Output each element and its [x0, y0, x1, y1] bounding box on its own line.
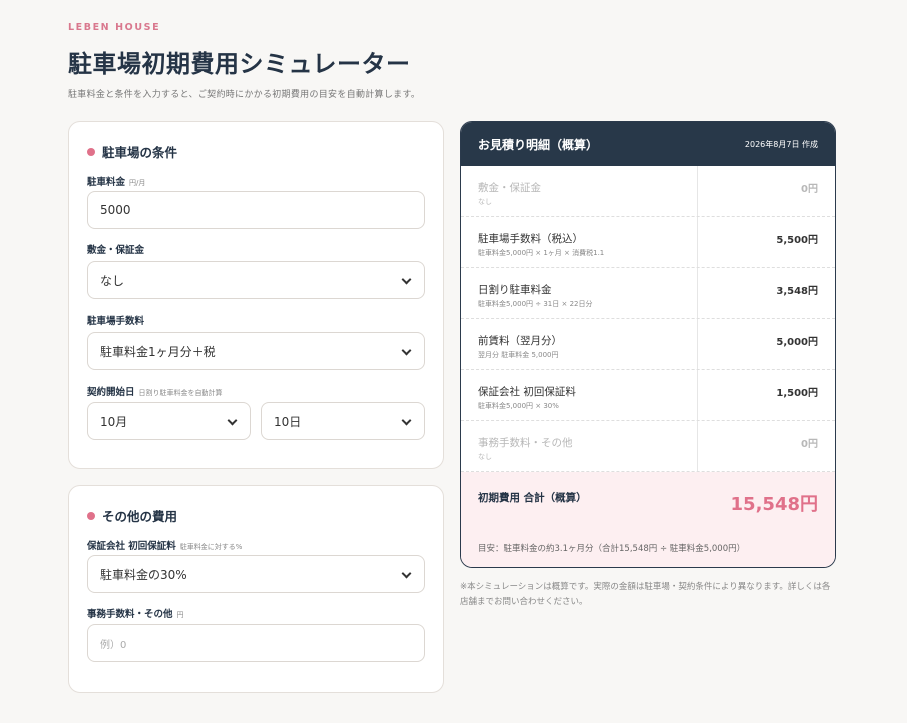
start-date-label: 契約開始日 日割り駐車料金を自動計算 [87, 384, 223, 398]
deposit-label-text: 敷金・保証金 [87, 245, 145, 256]
row-label: 駐車場手数料（税込） [478, 233, 583, 245]
other-title-text: その他の費用 [102, 509, 178, 524]
row-sub: 駐車料金5,000円 ÷ 31日 × 22日分 [478, 300, 593, 308]
row-value: 5,500円 [776, 235, 818, 246]
chevron-down-icon [401, 274, 412, 285]
deposit-select[interactable]: なし [87, 261, 425, 299]
row-value: 3,548円 [776, 286, 818, 297]
row-sub: 駐車料金5,000円 × 1ヶ月 × 消費税1.1 [478, 249, 605, 257]
fee-label: 駐車料金 円/月 [87, 174, 145, 188]
disclaimer-text: ※本シミュレーションは概算です。実際の金額は駐車場・契約条件により異なります。詳… [460, 582, 831, 607]
deposit-select-value: なし [100, 273, 125, 288]
estimate-row: 日割り駐車料金 駐車料金5,000円 ÷ 31日 × 22日分 3,548円 [461, 268, 835, 319]
start-day-select[interactable]: 10日 [261, 402, 425, 440]
guarantee-select[interactable]: 駐車料金の30% [87, 555, 425, 593]
row-sub: なし [478, 453, 492, 461]
start-date-label-text: 契約開始日 [87, 387, 135, 398]
row-sub: 翌月分 駐車料金 5,000円 [478, 351, 559, 359]
fee-hint: 円/月 [129, 179, 146, 187]
chevron-down-icon [401, 568, 412, 579]
chevron-down-icon [401, 415, 412, 426]
row-sub: 駐車料金5,000円 × 30% [478, 402, 559, 410]
total-note: 目安：駐車料金の約3.1ヶ月分（合計15,548円 ÷ 駐車料金5,000円） [478, 544, 746, 554]
estimate-row: 保証会社 初回保証料 駐車料金5,000円 × 30% 1,500円 [461, 370, 835, 421]
start-day-value: 10日 [274, 414, 302, 429]
row-value: 0円 [801, 439, 818, 450]
estimate-header: お見積り明細（概算） 2026年8月7日 作成 [461, 122, 835, 166]
admin-fee-label: 事務手数料・その他円 [87, 606, 184, 620]
estimate-row: 前賃料（翌月分） 翌月分 駐車料金 5,000円 5,000円 [461, 319, 835, 370]
page-title: 駐車場初期費用シミュレーター [68, 50, 411, 78]
row-value: 1,500円 [776, 388, 818, 399]
row-value: 0円 [801, 184, 818, 195]
bullet-dot-icon [87, 511, 95, 520]
chevron-down-icon [227, 415, 238, 426]
total-value: 15,548円 [730, 494, 818, 515]
row-label: 前賃料（翌月分） [478, 335, 562, 347]
commission-select-value: 駐車料金1ヶ月分＋税 [100, 344, 216, 359]
bullet-dot-icon [87, 147, 95, 156]
brand-label: LEBEN HOUSE [68, 22, 161, 33]
estimate-row: 駐車場手数料（税込） 駐車料金5,000円 × 1ヶ月 × 消費税1.1 5,5… [461, 217, 835, 268]
other-costs-card: その他の費用 保証会社 初回保証料 駐車料金に対する% 駐車料金の30% 事務手数… [68, 485, 444, 693]
start-date-hint: 日割り駐車料金を自動計算 [138, 389, 223, 397]
other-title: その他の費用 [87, 506, 177, 525]
fee-input-value: 5000 [100, 203, 131, 217]
commission-label: 駐車場手数料 [87, 313, 144, 327]
parking-conditions-card: 駐車場の条件 駐車料金 円/月 5000 敷金・保証金 なし 駐車場手数料 駐車料… [68, 121, 444, 469]
row-label: 敷金・保証金 [478, 182, 541, 194]
fee-input[interactable]: 5000 [87, 191, 425, 229]
row-label: 事務手数料・その他 [478, 437, 573, 449]
conditions-title: 駐車場の条件 [87, 142, 177, 161]
start-month-select[interactable]: 10月 [87, 402, 251, 440]
commission-select[interactable]: 駐車料金1ヶ月分＋税 [87, 332, 425, 370]
estimate-row: 敷金・保証金 なし 0円 [461, 166, 835, 217]
estimate-row: 事務手数料・その他 なし 0円 [461, 421, 835, 472]
estimate-header-title: お見積り明細（概算） [478, 137, 599, 152]
deposit-label: 敷金・保証金 [87, 242, 144, 256]
admin-fee-label-text: 事務手数料・その他 [87, 609, 173, 620]
admin-fee-placeholder: 例）0 [100, 639, 127, 651]
page-subtitle: 駐車料金と条件を入力すると、ご契約時にかかる初期費用の目安を自動計算します。 [68, 90, 421, 100]
admin-fee-hint: 円 [176, 611, 184, 619]
start-month-value: 10月 [100, 414, 128, 429]
guarantee-select-value: 駐車料金の30% [100, 567, 187, 582]
chevron-down-icon [401, 345, 412, 356]
guarantee-hint: 駐車料金に対する% [179, 543, 243, 551]
commission-label-text: 駐車場手数料 [87, 316, 145, 327]
admin-fee-input[interactable]: 例）0 [87, 624, 425, 662]
estimate-total: 初期費用 合計（概算） 15,548円 目安：駐車料金の約3.1ヶ月分（合計15… [461, 472, 835, 567]
guarantee-label: 保証会社 初回保証料 駐車料金に対する% [87, 538, 242, 552]
estimate-panel: お見積り明細（概算） 2026年8月7日 作成 敷金・保証金 なし 0円 駐車場… [460, 121, 836, 568]
fee-label-text: 駐車料金 [87, 177, 126, 188]
row-label: 保証会社 初回保証料 [478, 386, 576, 398]
row-sub: なし [478, 198, 492, 206]
row-label: 日割り駐車料金 [478, 284, 552, 296]
estimate-date: 2026年8月7日 作成 [744, 139, 818, 149]
total-label: 初期費用 合計（概算） [478, 492, 587, 504]
conditions-title-text: 駐車場の条件 [102, 145, 178, 160]
row-value: 5,000円 [776, 337, 818, 348]
guarantee-label-text: 保証会社 初回保証料 [87, 541, 176, 552]
